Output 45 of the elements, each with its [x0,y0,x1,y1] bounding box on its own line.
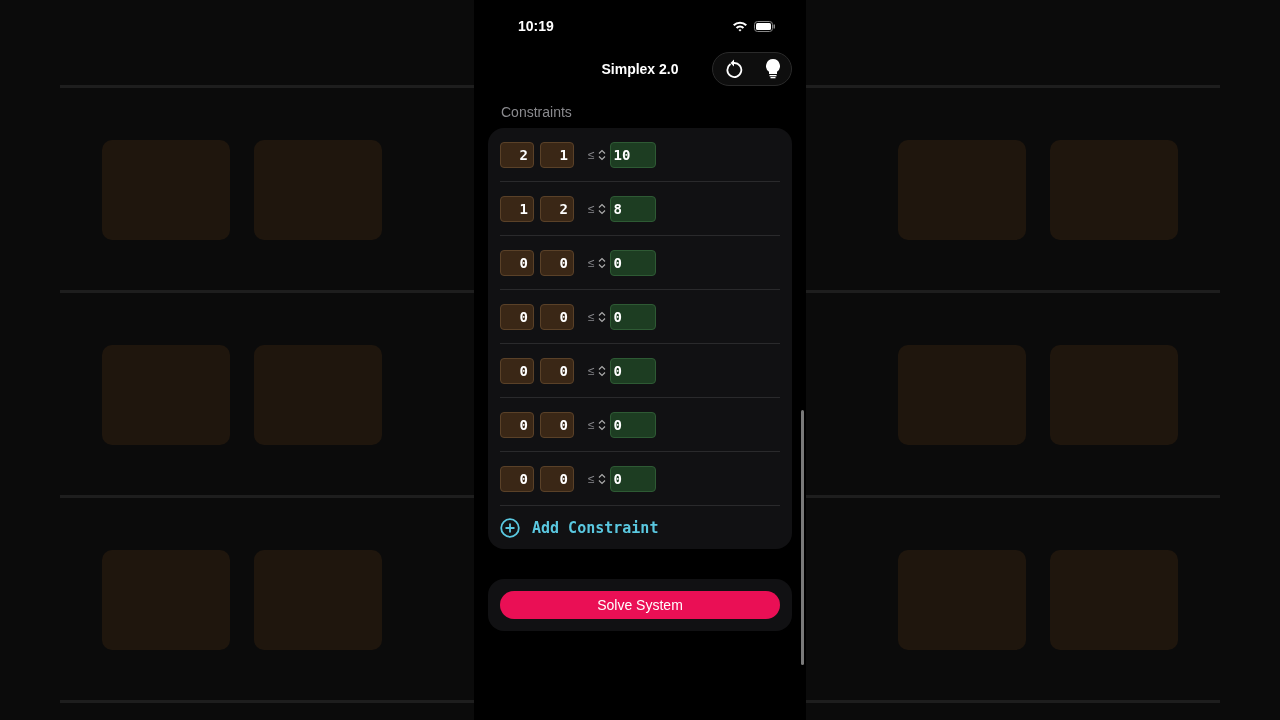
relation-symbol[interactable]: ≤ [588,471,595,486]
chevron-updown-icon[interactable] [597,364,606,377]
coefficient-field[interactable]: 0 [500,303,534,330]
relation-symbol[interactable]: ≤ [588,363,595,378]
rhs-field[interactable]: 8 [609,195,656,222]
coefficient-field[interactable]: 0 [540,303,574,330]
rhs-field[interactable]: 0 [609,357,656,384]
relation-symbol[interactable]: ≤ [588,417,595,432]
status-time: 10:19 [518,18,555,34]
coefficient-field[interactable]: 0 [540,411,574,438]
relation-symbol[interactable]: ≤ [588,147,595,162]
chevron-updown-icon[interactable] [597,148,606,161]
add-constraint-button[interactable]: Add Constraint [500,506,659,549]
coefficient-field[interactable]: 0 [500,357,534,384]
chevron-updown-icon[interactable] [597,418,606,431]
app-title: Simplex 2.0 [601,61,679,77]
solve-button[interactable]: Solve System [500,591,780,619]
reset-icon[interactable] [724,59,743,79]
coefficient-field[interactable]: 0 [500,465,534,492]
rhs-field[interactable]: 0 [609,411,656,438]
lightbulb-icon[interactable] [765,59,780,79]
coefficient-field[interactable]: 0 [540,465,574,492]
plus-circle-icon [500,517,520,538]
rhs-field[interactable]: 0 [609,465,656,492]
relation-symbol[interactable]: ≤ [588,255,595,270]
coefficient-field[interactable]: 2 [500,141,534,168]
battery-icon [754,20,776,32]
rhs-field[interactable]: 10 [609,141,656,168]
coefficient-field[interactable]: 0 [540,357,574,384]
chevron-updown-icon[interactable] [597,310,606,323]
relation-symbol[interactable]: ≤ [588,309,595,324]
coefficient-field[interactable]: 0 [500,411,534,438]
coefficient-field[interactable]: 0 [540,249,574,276]
chevron-updown-icon[interactable] [597,202,606,215]
rhs-field[interactable]: 0 [609,249,656,276]
relation-symbol[interactable]: ≤ [588,201,595,216]
coefficient-field[interactable]: 0 [500,249,534,276]
wifi-icon [732,20,748,32]
rhs-field[interactable]: 0 [609,303,656,330]
coefficient-field[interactable]: 2 [540,195,574,222]
section-label: Constraints [501,104,572,120]
coefficient-field[interactable]: 1 [540,141,574,168]
chevron-updown-icon[interactable] [597,472,606,485]
chevron-updown-icon[interactable] [597,256,606,269]
coefficient-field[interactable]: 1 [500,195,534,222]
